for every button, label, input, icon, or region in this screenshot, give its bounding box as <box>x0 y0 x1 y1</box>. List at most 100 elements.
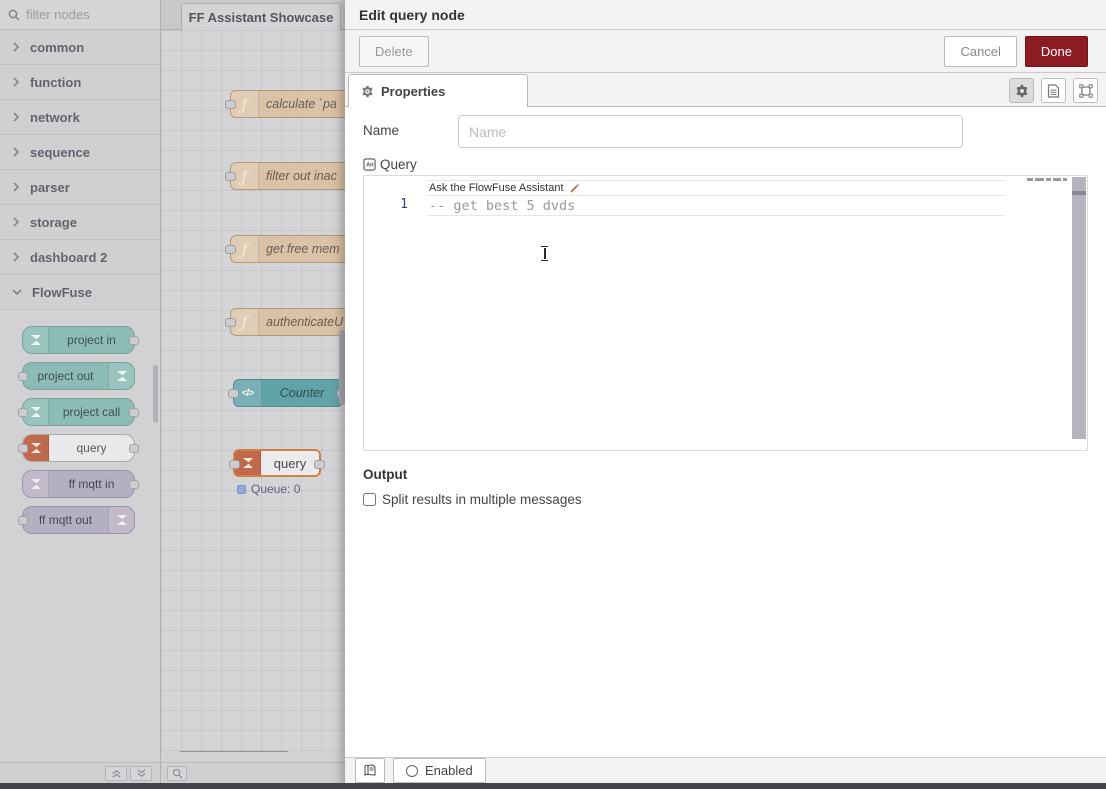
zoom-search-button[interactable] <box>167 766 187 781</box>
palette-category-parser[interactable]: parser <box>0 170 160 205</box>
palette-category-sequence[interactable]: sequence <box>0 135 160 170</box>
docs-button[interactable] <box>355 758 385 783</box>
appearance-tab-button[interactable] <box>1073 78 1098 103</box>
palette-category-flowfuse[interactable]: FlowFuse <box>0 275 160 310</box>
input-port[interactable] <box>18 408 28 417</box>
flow-node-get-free-mem[interactable]: ƒ get free mem <box>230 235 345 263</box>
palette-category-common[interactable]: common <box>0 30 160 65</box>
chevron-right-icon <box>12 217 20 227</box>
palette-search[interactable] <box>0 0 160 30</box>
palette-node-project-call[interactable]: project call <box>22 398 135 426</box>
cancel-button[interactable]: Cancel <box>944 36 1016 67</box>
input-port[interactable] <box>225 318 236 327</box>
flow-node-query-selected[interactable]: query <box>233 449 321 477</box>
input-port[interactable] <box>228 389 239 398</box>
chevron-right-icon <box>12 252 20 262</box>
palette-category-dashboard2[interactable]: dashboard 2 <box>0 240 160 275</box>
flowfuse-link-icon <box>108 363 134 389</box>
palette-filter-input[interactable] <box>26 7 136 22</box>
input-port[interactable] <box>225 245 236 254</box>
status-dot-icon <box>237 485 246 494</box>
palette-node-query[interactable]: query <box>22 434 135 462</box>
input-port[interactable] <box>18 444 28 453</box>
output-port[interactable] <box>129 480 139 489</box>
flowfuse-link-icon <box>108 507 134 533</box>
output-port[interactable] <box>129 408 139 417</box>
input-port[interactable] <box>229 460 240 469</box>
query-label: Query <box>380 157 417 172</box>
palette-category-storage[interactable]: storage <box>0 205 160 240</box>
editor-shaded-area: common function network sequence parser … <box>0 0 345 789</box>
node-label: query <box>261 456 319 471</box>
palette-node-ff-mqtt-out[interactable]: ff mqtt out <box>22 506 135 534</box>
palette-node-project-out[interactable]: project out <box>22 362 135 390</box>
workspace-footer <box>161 762 345 783</box>
node-label: filter out inac <box>259 169 337 183</box>
category-label: sequence <box>30 145 90 160</box>
edit-dialog: Edit query node Delete Cancel Done Prope… <box>345 0 1106 789</box>
line-number: 1 <box>364 197 408 212</box>
category-label: network <box>30 110 80 125</box>
flow-node-authenticate[interactable]: ƒ authenticateU <box>230 308 345 336</box>
input-port[interactable] <box>18 372 28 381</box>
dialog-body: Name Query Ask the FlowFuse Assistant 1 … <box>345 107 1106 757</box>
flow-workspace: FF Assistant Showcase ƒ calculate `pa ƒ … <box>161 0 345 789</box>
enabled-toggle-button[interactable]: Enabled <box>393 758 486 783</box>
flow-tab-label: FF Assistant Showcase <box>189 10 334 25</box>
code-text: -- get best 5 dvds <box>427 198 575 214</box>
query-code-editor[interactable]: Ask the FlowFuse Assistant 1 -- get best… <box>363 175 1088 451</box>
chevron-right-icon <box>12 182 20 192</box>
split-results-label: Split results in multiple messages <box>382 492 582 507</box>
status-text: Queue: 0 <box>251 482 300 496</box>
palette-node-project-in[interactable]: project in <box>22 326 135 354</box>
palette-node-label: project out <box>23 369 108 383</box>
output-port[interactable] <box>314 460 325 469</box>
collapse-all-button[interactable] <box>105 766 127 781</box>
palette-node-ff-mqtt-in[interactable]: ff mqtt in <box>22 470 135 498</box>
magnifier-icon <box>172 768 183 779</box>
expand-all-button[interactable] <box>130 766 152 781</box>
category-label: storage <box>30 215 77 230</box>
flow-canvas[interactable]: ƒ calculate `pa ƒ filter out inac ƒ get … <box>161 30 345 752</box>
flow-tab[interactable]: FF Assistant Showcase <box>181 3 341 30</box>
search-icon <box>8 9 20 21</box>
flow-node-filter[interactable]: ƒ filter out inac <box>230 162 345 190</box>
tab-properties-label: Properties <box>381 84 445 99</box>
editor-scrollbar[interactable] <box>1072 177 1086 439</box>
input-port[interactable] <box>225 100 236 109</box>
palette-scrollbar[interactable] <box>153 365 158 423</box>
delete-button[interactable]: Delete <box>359 36 429 67</box>
properties-tab-button[interactable] <box>1009 78 1034 103</box>
palette-node-label: ff mqtt in <box>49 477 134 491</box>
output-port[interactable] <box>129 336 139 345</box>
done-button[interactable]: Done <box>1025 36 1088 67</box>
tab-properties[interactable]: Properties <box>348 74 528 107</box>
node-label: calculate `pa <box>259 97 337 111</box>
dialog-header: Edit query node <box>345 0 1106 30</box>
flowfuse-link-icon <box>23 327 49 353</box>
palette-footer <box>0 762 161 783</box>
flow-node-calculate[interactable]: ƒ calculate `pa <box>230 90 345 118</box>
document-icon <box>1047 84 1060 98</box>
node-label: get free mem <box>259 242 340 256</box>
node-palette: common function network sequence parser … <box>0 0 161 762</box>
assistant-hint-banner[interactable]: Ask the FlowFuse Assistant <box>427 180 1005 196</box>
output-section-label: Output <box>363 467 407 482</box>
name-input[interactable] <box>458 115 963 148</box>
dialog-tab-icons <box>1009 78 1098 103</box>
horizontal-scrollbar[interactable] <box>177 751 291 752</box>
split-results-checkbox[interactable] <box>363 493 376 506</box>
input-port[interactable] <box>18 516 28 525</box>
code-line[interactable]: -- get best 5 dvds <box>427 196 1005 216</box>
description-tab-button[interactable] <box>1041 78 1066 103</box>
gear-icon <box>361 85 374 98</box>
palette-category-function[interactable]: function <box>0 65 160 100</box>
text-cursor-icon <box>540 246 550 261</box>
split-results-row: Split results in multiple messages <box>363 492 582 507</box>
palette-node-label: project in <box>49 333 134 347</box>
palette-category-network[interactable]: network <box>0 100 160 135</box>
output-port[interactable] <box>129 444 139 453</box>
node-label: authenticateU <box>259 315 343 329</box>
flow-node-counter[interactable]: </> Counter <box>233 379 343 407</box>
input-port[interactable] <box>225 172 236 181</box>
